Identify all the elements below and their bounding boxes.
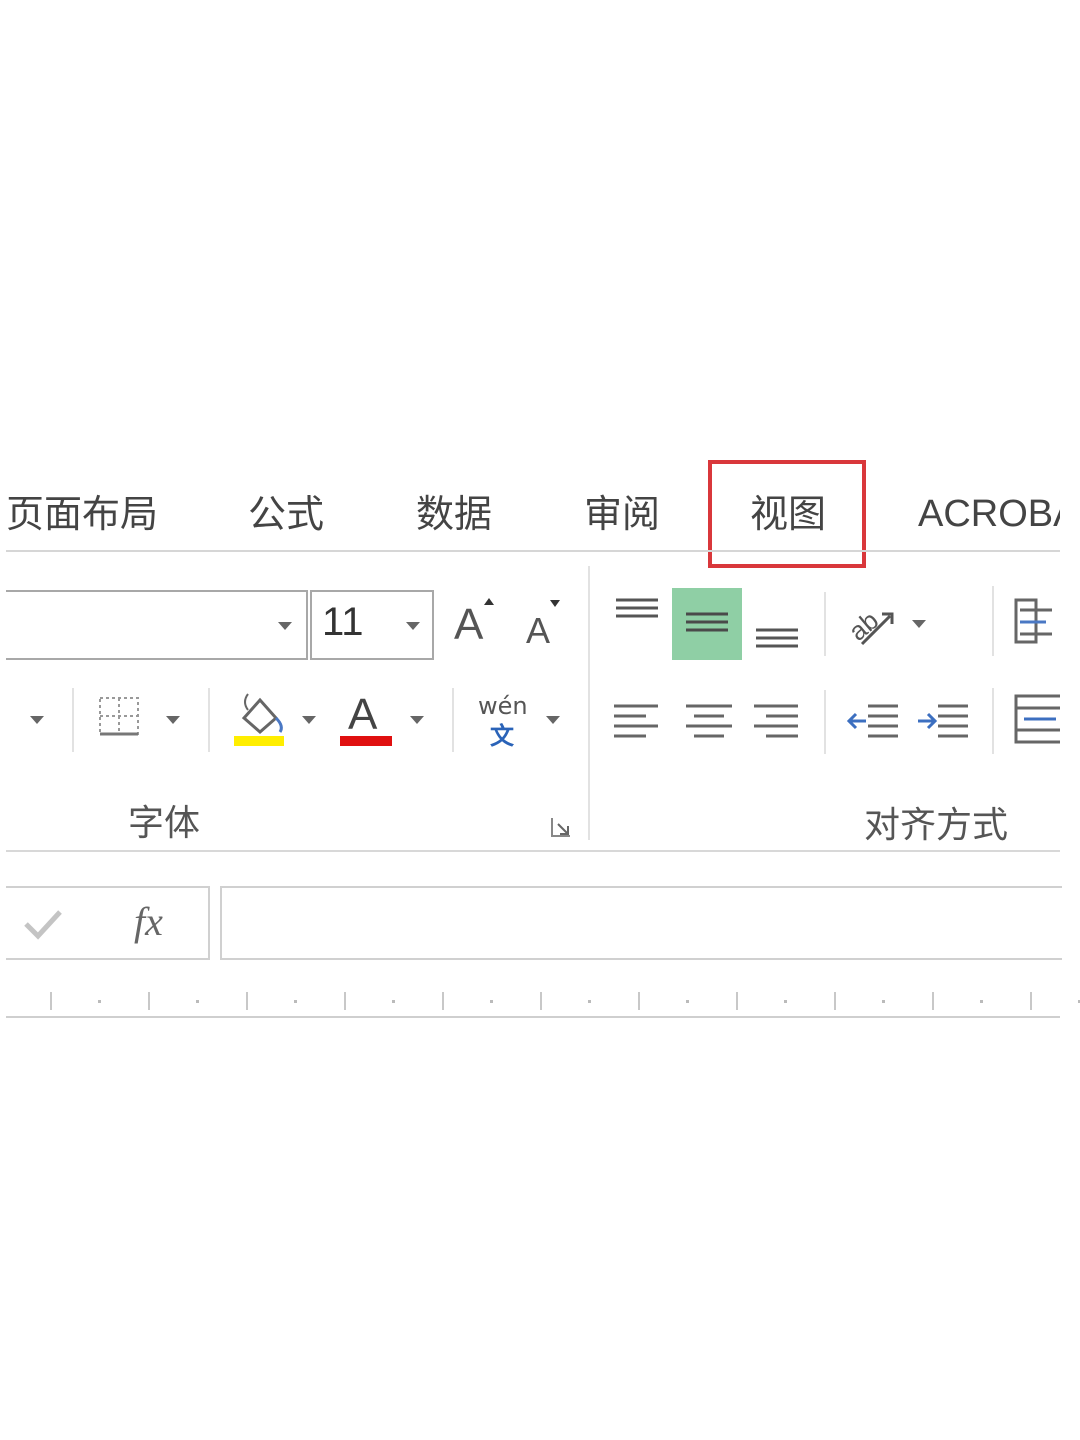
column-header-cell[interactable]: [686, 1000, 689, 1003]
wrap-text-button[interactable]: [1012, 596, 1060, 648]
chevron-down-icon[interactable]: [546, 716, 560, 724]
font-name-dropdown[interactable]: [6, 590, 308, 660]
top-align-button[interactable]: [606, 590, 666, 650]
chevron-down-icon: [406, 622, 420, 630]
formula-buttons: fx: [6, 886, 210, 960]
separator: [72, 688, 74, 752]
column-divider[interactable]: [736, 992, 738, 1010]
separator: [824, 690, 826, 754]
font-size-dropdown[interactable]: 11: [310, 590, 434, 660]
chevron-down-icon[interactable]: [166, 716, 180, 724]
text-orientation-icon: ab: [843, 605, 894, 647]
alignment-group-label: 对齐方式: [864, 805, 1009, 846]
borders-button[interactable]: [96, 694, 146, 742]
checkmark-icon: [24, 910, 62, 940]
tab-review[interactable]: 审阅: [584, 486, 660, 542]
bottom-align-icon: [756, 628, 798, 648]
align-left-button[interactable]: [606, 696, 666, 746]
column-header-cell[interactable]: [980, 1000, 983, 1003]
enter-button[interactable]: [20, 902, 64, 946]
separator: [208, 688, 210, 752]
column-header-cell[interactable]: [294, 1000, 297, 1003]
middle-align-icon: [686, 612, 728, 632]
increase-indent-icon: [918, 704, 968, 738]
chevron-down-icon[interactable]: [410, 716, 424, 724]
fill-color-swatch: [234, 736, 284, 746]
column-divider[interactable]: [246, 992, 248, 1010]
insert-function-button[interactable]: fx: [130, 896, 190, 952]
column-divider[interactable]: [932, 992, 934, 1010]
group-separator: [588, 566, 590, 840]
column-divider[interactable]: [50, 992, 52, 1010]
column-header-cell[interactable]: [392, 1000, 395, 1003]
align-center-icon: [686, 704, 732, 738]
dialog-launcher-icon: [551, 818, 570, 837]
separator: [992, 586, 994, 656]
tab-divider: [6, 550, 1060, 552]
column-divider[interactable]: [442, 992, 444, 1010]
chevron-down-icon[interactable]: [912, 620, 926, 628]
decrease-indent-button[interactable]: [844, 696, 904, 746]
column-header-cell[interactable]: [98, 1000, 101, 1003]
separator: [824, 592, 826, 656]
column-header-strip: [6, 988, 1080, 1018]
font-color-a-icon: A: [348, 690, 378, 739]
column-divider[interactable]: [148, 992, 150, 1010]
chevron-down-icon[interactable]: [302, 716, 316, 724]
increase-font-icon: A: [454, 600, 484, 649]
tab-acrobat[interactable]: ACROBA: [918, 486, 1060, 542]
font-color-button[interactable]: A: [338, 688, 398, 750]
formula-input[interactable]: [220, 886, 1062, 960]
borders-icon: [99, 697, 139, 736]
font-color-swatch: [340, 736, 392, 746]
orientation-button[interactable]: ab: [843, 594, 904, 650]
phonetic-guide-button[interactable]: wén 文: [474, 690, 534, 752]
top-align-icon: [616, 598, 658, 618]
font-size-value: 11: [322, 600, 364, 644]
align-right-button[interactable]: [748, 696, 808, 746]
phonetic-char: 文: [490, 722, 514, 750]
column-header-cell[interactable]: [196, 1000, 199, 1003]
triangle-up-icon: [484, 598, 494, 605]
separator: [452, 688, 454, 752]
decrease-indent-icon: [846, 704, 898, 738]
increase-indent-button[interactable]: [914, 696, 974, 746]
fx-icon: fx: [134, 899, 163, 944]
align-right-icon: [754, 704, 798, 738]
bottom-align-button[interactable]: [748, 590, 808, 656]
column-divider[interactable]: [834, 992, 836, 1010]
column-header-cell[interactable]: [588, 1000, 591, 1003]
font-group-label: 字体: [128, 803, 201, 844]
align-left-icon: [614, 704, 658, 738]
column-header-cell[interactable]: [882, 1000, 885, 1003]
decrease-font-size-button[interactable]: A: [524, 596, 574, 656]
increase-font-size-button[interactable]: A: [452, 596, 502, 656]
font-dialog-launcher[interactable]: [550, 816, 574, 838]
column-divider[interactable]: [344, 992, 346, 1010]
middle-align-button[interactable]: [672, 588, 742, 660]
column-header-cell[interactable]: [784, 1000, 787, 1003]
align-center-button[interactable]: [680, 696, 740, 746]
wrap-text-icon: [1014, 598, 1052, 644]
tab-page-layout[interactable]: 页面布局: [6, 486, 158, 542]
decrease-font-icon: A: [526, 610, 551, 651]
triangle-down-icon: [550, 600, 560, 607]
column-header-cell[interactable]: [490, 1000, 493, 1003]
chevron-down-icon: [278, 622, 292, 630]
merge-center-icon: [1014, 694, 1060, 744]
ribbon-bottom-rule: [6, 850, 1060, 852]
chevron-down-icon[interactable]: [30, 716, 44, 724]
fill-color-button[interactable]: [230, 688, 290, 750]
tab-formulas[interactable]: 公式: [248, 486, 324, 542]
column-divider[interactable]: [540, 992, 542, 1010]
separator: [992, 688, 994, 754]
column-divider[interactable]: [1030, 992, 1032, 1010]
merge-center-button[interactable]: [1012, 692, 1060, 748]
column-divider[interactable]: [638, 992, 640, 1010]
tab-data[interactable]: 数据: [416, 486, 492, 542]
